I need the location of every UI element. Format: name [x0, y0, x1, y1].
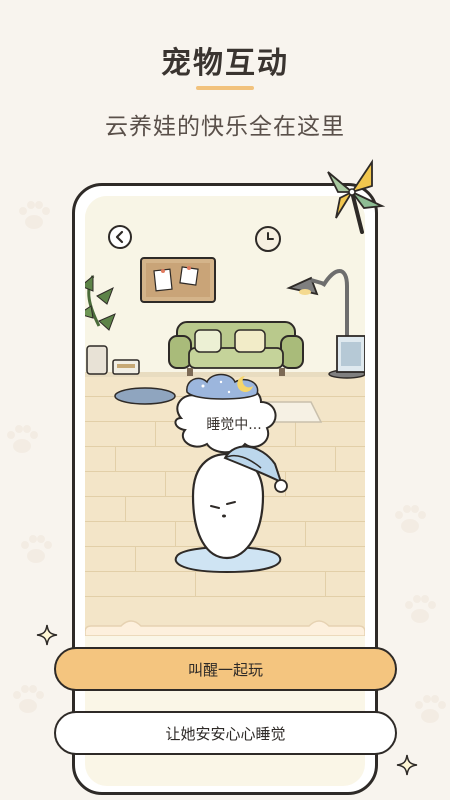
- title-underline: [196, 86, 254, 90]
- paw-icon: [405, 595, 436, 623]
- sparkle-icon: [36, 624, 58, 646]
- status-bubble-text: 睡觉中...: [206, 417, 262, 433]
- sleeping-pet: [191, 445, 288, 560]
- page-title: 宠物互动: [161, 46, 289, 81]
- pinwheel-icon: [327, 159, 386, 234]
- paw-icon: [13, 685, 44, 713]
- paw-icon: [21, 535, 52, 563]
- paw-icon: [395, 505, 426, 533]
- back-arrow-icon[interactable]: [107, 224, 133, 250]
- phone-frame: 睡觉中...: [72, 183, 378, 795]
- page-subtitle: 云养娃的快乐全在这里: [105, 114, 345, 140]
- let-sleep-button[interactable]: 让她安安心心睡觉: [54, 711, 397, 755]
- paw-icon: [19, 201, 50, 229]
- corkboard: [140, 257, 216, 303]
- wake-up-button[interactable]: 叫醒一起玩: [54, 647, 397, 691]
- sparkle-icon: [396, 754, 418, 776]
- potted-plant: [85, 274, 116, 375]
- paw-icon: [415, 695, 446, 723]
- pet-room-scene: 睡觉中...: [85, 196, 365, 786]
- paw-icon: [7, 425, 38, 453]
- clock-icon: [255, 226, 281, 252]
- sofa: [168, 321, 304, 376]
